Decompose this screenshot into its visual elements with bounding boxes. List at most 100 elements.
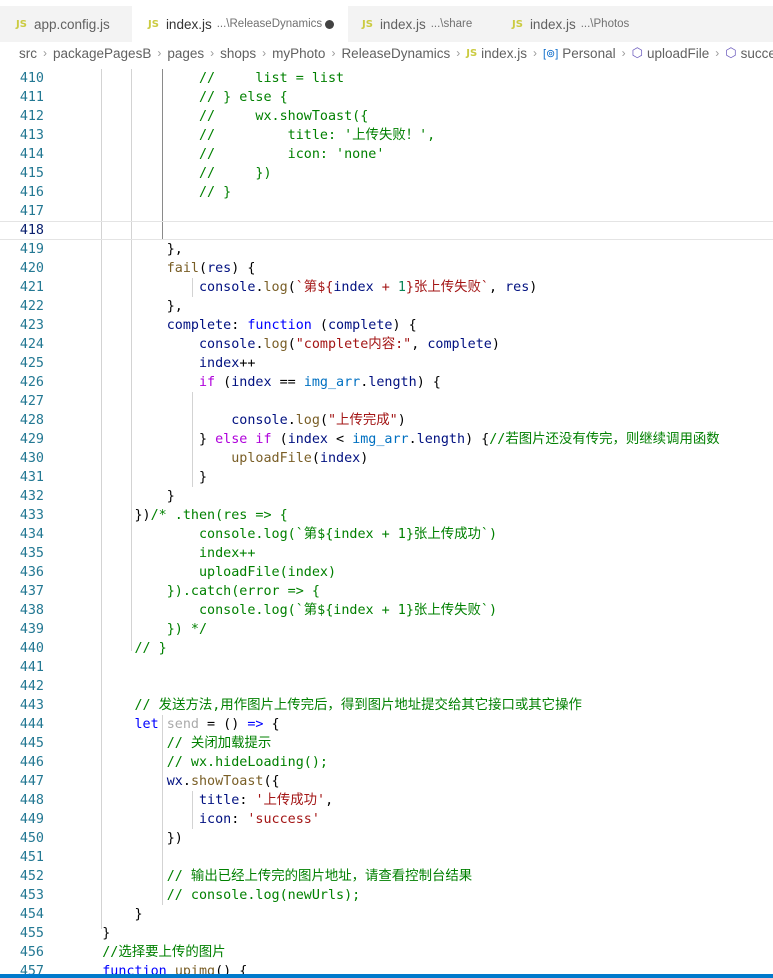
code-line[interactable]: 451: [0, 848, 773, 867]
tab-index-js-releasedynamics[interactable]: JS index.js ...\ReleaseDynamics: [132, 6, 348, 42]
code-token: title: [199, 793, 240, 808]
code-token: (: [319, 413, 328, 428]
code-line[interactable]: 457 function upimg() {: [0, 962, 773, 974]
code-line[interactable]: 427: [0, 392, 773, 411]
tab-index-js-share[interactable]: JS index.js ...\share: [346, 6, 496, 42]
code-line[interactable]: 449 icon: 'success': [0, 810, 773, 829]
code-token: .: [408, 432, 417, 447]
code-line[interactable]: 417: [0, 202, 773, 221]
code-text: function upimg() {: [70, 962, 247, 974]
code-line[interactable]: 428 console.log("上传完成"): [0, 411, 773, 430]
tab-label: index.js: [165, 16, 212, 32]
code-line[interactable]: 421 console.log(`第${index + 1}张上传失败`, re…: [0, 278, 773, 297]
code-line[interactable]: 429 } else if (index < img_arr.length) {…: [0, 430, 773, 449]
code-line[interactable]: 439 }) */: [0, 620, 773, 639]
code-line[interactable]: 437 }).catch(error => {: [0, 582, 773, 601]
breadcrumb-item[interactable]: Personal: [562, 46, 615, 61]
breadcrumb-item[interactable]: index.js: [481, 46, 527, 61]
code-line[interactable]: 455 }: [0, 924, 773, 943]
code-line[interactable]: 418: [0, 221, 773, 240]
line-number: 454: [19, 907, 44, 922]
line-number: 430: [19, 451, 44, 466]
code-token: ,: [411, 337, 428, 352]
code-line[interactable]: 422 },: [0, 297, 773, 316]
line-number: 427: [19, 394, 44, 409]
code-line[interactable]: 447 wx.showToast({: [0, 772, 773, 791]
code-line[interactable]: 415 // }): [0, 164, 773, 183]
code-line[interactable]: 442: [0, 677, 773, 696]
code-line[interactable]: 443 // 发送方法,用作图片上传完后，得到图片地址提交给其它接口或其它操作: [0, 696, 773, 715]
code-line[interactable]: 414 // icon: 'none': [0, 145, 773, 164]
code-text: }: [70, 487, 175, 506]
code-line[interactable]: 424 console.log("complete内容:", complete): [0, 335, 773, 354]
code-line[interactable]: 433 })/* .then(res => {: [0, 506, 773, 525]
code-token: },: [70, 299, 183, 314]
code-text: },: [70, 240, 183, 259]
code-line[interactable]: 419 },: [0, 240, 773, 259]
line-number: 419: [19, 242, 44, 257]
breadcrumb-item[interactable]: pages: [167, 46, 204, 61]
code-line[interactable]: 420 fail(res) {: [0, 259, 773, 278]
code-line[interactable]: 445 // 关闭加载提示: [0, 734, 773, 753]
code-line[interactable]: 425 index++: [0, 354, 773, 373]
code-line[interactable]: 423 complete: function (complete) {: [0, 316, 773, 335]
breadcrumb-item[interactable]: success: [741, 46, 773, 61]
code-line[interactable]: 441: [0, 658, 773, 677]
code-token: img_arr: [352, 432, 409, 447]
code-line[interactable]: 411 // } else {: [0, 88, 773, 107]
code-text: wx.showToast({: [70, 772, 280, 791]
code-text: })/* .then(res => {: [70, 506, 287, 525]
code-line[interactable]: 440 // }: [0, 639, 773, 658]
unsaved-dot-icon[interactable]: [325, 20, 334, 29]
line-number: 434: [19, 527, 44, 542]
tab-index-js-photos[interactable]: JS index.js ...\Photos: [496, 6, 654, 42]
code-line[interactable]: 452 // 输出已经上传完的图片地址，请查看控制台结果: [0, 867, 773, 886]
code-token: console.log(`第${index + 1}张上传失败`): [70, 603, 498, 618]
breadcrumb-item[interactable]: uploadFile: [647, 46, 709, 61]
breadcrumb-item[interactable]: myPhoto: [272, 46, 325, 61]
line-number: 448: [19, 793, 44, 808]
js-file-icon: JS: [148, 18, 159, 30]
code-token: }: [70, 926, 111, 941]
code-line[interactable]: 430 uploadFile(index): [0, 449, 773, 468]
code-line[interactable]: 436 uploadFile(index): [0, 563, 773, 582]
code-line[interactable]: 446 // wx.hideLoading();: [0, 753, 773, 772]
code-line[interactable]: 426 if (index == img_arr.length) {: [0, 373, 773, 392]
code-token: res: [207, 261, 232, 276]
breadcrumb-item[interactable]: ReleaseDynamics: [341, 46, 450, 61]
code-line[interactable]: 448 title: '上传成功',: [0, 791, 773, 810]
line-number: 446: [19, 755, 44, 770]
code-token: ): [491, 337, 500, 352]
code-line[interactable]: 434 console.log(`第${index + 1}张上传成功`): [0, 525, 773, 544]
code-editor[interactable]: 410 // list = list 411 // } else {412 // …: [0, 69, 773, 974]
breadcrumb-item[interactable]: src: [19, 46, 37, 61]
code-token: let: [134, 717, 159, 732]
code-text: console.log("上传完成"): [70, 411, 406, 430]
code-line[interactable]: 435 index++: [0, 544, 773, 563]
code-line[interactable]: 444 let send = () => {: [0, 715, 773, 734]
code-token: },: [70, 242, 183, 257]
code-line[interactable]: 454 }: [0, 905, 773, 924]
code-line[interactable]: 416 // }: [0, 183, 773, 202]
code-token: "上传完成": [328, 413, 398, 428]
code-line[interactable]: 456 //选择要上传的图片: [0, 943, 773, 962]
code-line[interactable]: 432 }: [0, 487, 773, 506]
code-line[interactable]: 450 }): [0, 829, 773, 848]
code-line[interactable]: 453 // console.log(newUrls);: [0, 886, 773, 905]
breadcrumb-item[interactable]: shops: [220, 46, 256, 61]
code-line[interactable]: 438 console.log(`第${index + 1}张上传失败`): [0, 601, 773, 620]
code-line[interactable]: 431 }: [0, 468, 773, 487]
code-line[interactable]: 413 // title: '上传失败！',: [0, 126, 773, 145]
code-text: if (index == img_arr.length) {: [70, 373, 441, 392]
code-line[interactable]: 410 // list = list: [0, 69, 773, 88]
tab-app-config-js[interactable]: JS app.config.js: [0, 6, 122, 42]
code-line[interactable]: 412 // wx.showToast({: [0, 107, 773, 126]
code-token: // title: '上传失败！',: [70, 128, 436, 143]
code-token: index: [287, 432, 328, 447]
breadcrumb-item[interactable]: packagePagesB: [53, 46, 151, 61]
code-text: // 发送方法,用作图片上传完后，得到图片地址提交给其它接口或其它操作: [70, 696, 581, 715]
